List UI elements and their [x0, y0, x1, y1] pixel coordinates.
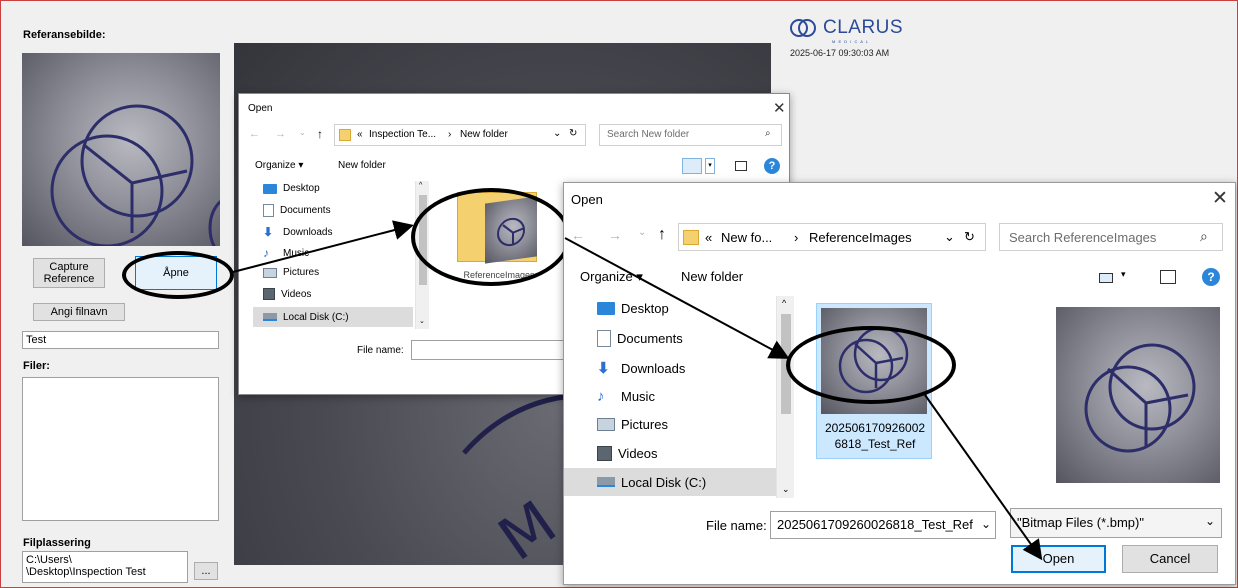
- arrow-file-to-open: [924, 394, 1043, 561]
- annotation-arrows: [232, 220, 1043, 561]
- arrow-folder-to-file: [564, 237, 790, 359]
- arrow-open-to-folder: [232, 220, 414, 273]
